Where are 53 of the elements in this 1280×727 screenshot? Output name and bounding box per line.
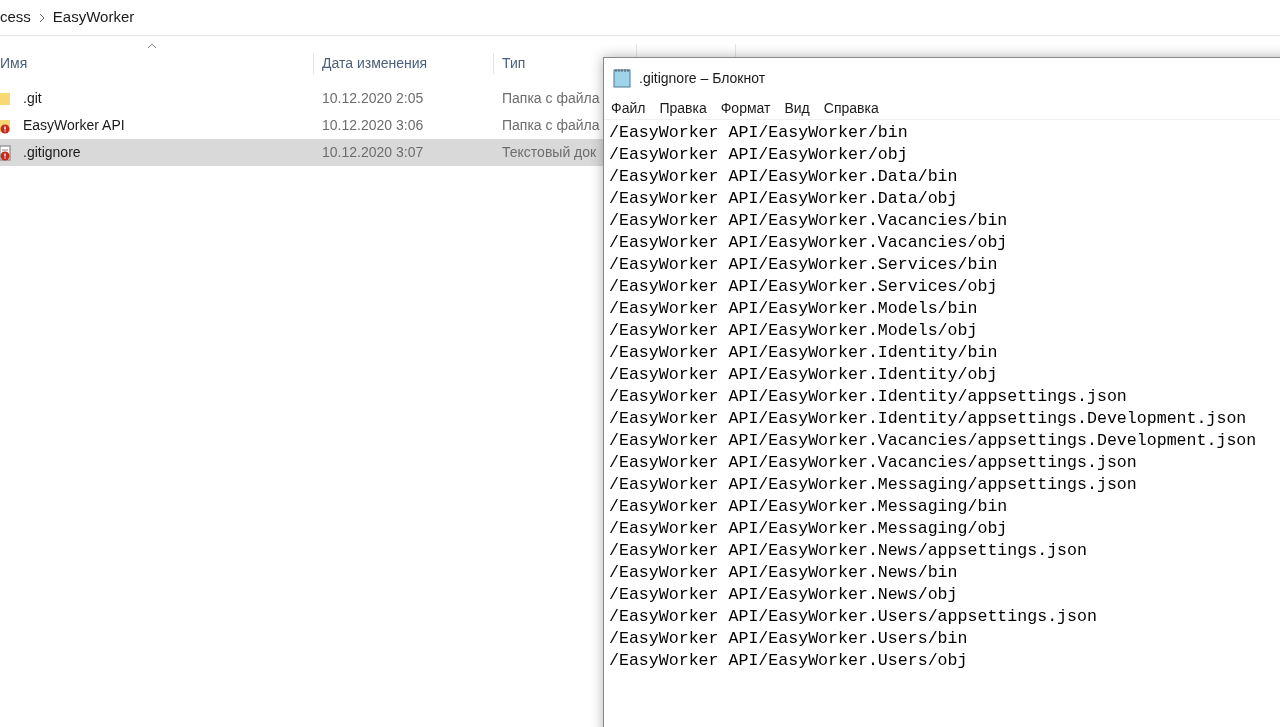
text-line: /EasyWorker API/EasyWorker.Messaging/appsettings.json [609, 474, 1137, 496]
text-line: /EasyWorker API/EasyWorker.Services/bin [609, 254, 998, 276]
file-name: .gitignore [23, 143, 81, 162]
column-header[interactable]: Имя [0, 53, 314, 74]
file-row[interactable]: .gitignore 10.12.2020 3:07 Текстовый док [0, 139, 603, 166]
text-line: /EasyWorker API/EasyWorker.Vacancies/obj [609, 232, 1008, 254]
text-line: /EasyWorker API/EasyWorker.Identity/bin [609, 342, 998, 364]
file-date: 10.12.2020 2:05 [321, 89, 425, 108]
text-line: /EasyWorker API/EasyWorker.Services/obj [609, 276, 998, 298]
breadcrumb-item[interactable]: EasyWorker [52, 6, 135, 29]
text-line: /EasyWorker API/EasyWorker.News/appsettings.json [609, 540, 1087, 562]
file-row[interactable]: EasyWorker API 10.12.2020 3:06 Папка с файла [0, 112, 603, 139]
menu-item[interactable]: Правка [659, 98, 707, 119]
text-line: /EasyWorker API/EasyWorker.Messaging/obj [609, 518, 1008, 540]
file-date: 10.12.2020 3:07 [321, 143, 425, 162]
text-line: /EasyWorker API/EasyWorker.Models/bin [609, 298, 978, 320]
text-line: /EasyWorker API/EasyWorker.Identity/appsettings.Development.json [609, 408, 1247, 430]
window-title: .gitignore – Блокнот [639, 68, 766, 88]
file-name: EasyWorker API [23, 116, 125, 135]
sort-ascending-icon [147, 43, 157, 49]
text-line: /EasyWorker API/EasyWorker.Identity/appsettings.json [609, 386, 1127, 408]
text-line: /EasyWorker API/EasyWorker.News/bin [609, 562, 958, 584]
column-header[interactable]: Тип [494, 53, 594, 74]
menu-item[interactable]: Файл [611, 98, 646, 119]
chevron-right-icon [38, 12, 45, 23]
text-line: /EasyWorker API/EasyWorker.Identity/obj [609, 364, 998, 386]
menu-item[interactable]: Формат [720, 98, 771, 119]
text-line: /EasyWorker API/EasyWorker.Data/bin [609, 166, 958, 188]
file-type: Текстовый док [501, 143, 597, 162]
menu-item[interactable]: Справка [823, 98, 879, 119]
file-date: 10.12.2020 3:06 [321, 116, 425, 135]
menu-item[interactable]: Вид [784, 98, 810, 119]
text-line: /EasyWorker API/EasyWorker.Data/obj [609, 188, 958, 210]
notepad-icon [613, 68, 631, 88]
text-line: /EasyWorker API/EasyWorker/obj [609, 144, 908, 166]
text-line: /EasyWorker API/EasyWorker.Users/bin [609, 628, 968, 650]
file-type: Папка с файла [501, 89, 600, 108]
text-line: /EasyWorker API/EasyWorker.Users/appsettings.json [609, 606, 1097, 628]
file-type: Папка с файла [501, 116, 600, 135]
file-name: .git [23, 89, 42, 108]
text-line: /EasyWorker API/EasyWorker.News/obj [609, 584, 958, 606]
text-line: /EasyWorker API/EasyWorker.Vacancies/appsettings.Development.json [609, 430, 1257, 452]
text-line: /EasyWorker API/EasyWorker.Vacancies/appsettings.json [609, 452, 1137, 474]
column-header[interactable]: Дата изменения [314, 53, 494, 74]
text-line: /EasyWorker API/EasyWorker.Vacancies/bin [609, 210, 1008, 232]
text-line: /EasyWorker API/EasyWorker.Models/obj [609, 320, 978, 342]
file-row[interactable]: .git 10.12.2020 2:05 Папка с файла [0, 85, 603, 112]
folder-icon [0, 90, 12, 107]
text-line: /EasyWorker API/EasyWorker.Messaging/bin [609, 496, 1008, 518]
document-warning-icon [0, 144, 12, 161]
text-line: /EasyWorker API/EasyWorker.Users/obj [609, 650, 968, 672]
text-line: /EasyWorker API/EasyWorker/bin [609, 122, 908, 144]
breadcrumb-item[interactable]: cess [0, 6, 31, 29]
